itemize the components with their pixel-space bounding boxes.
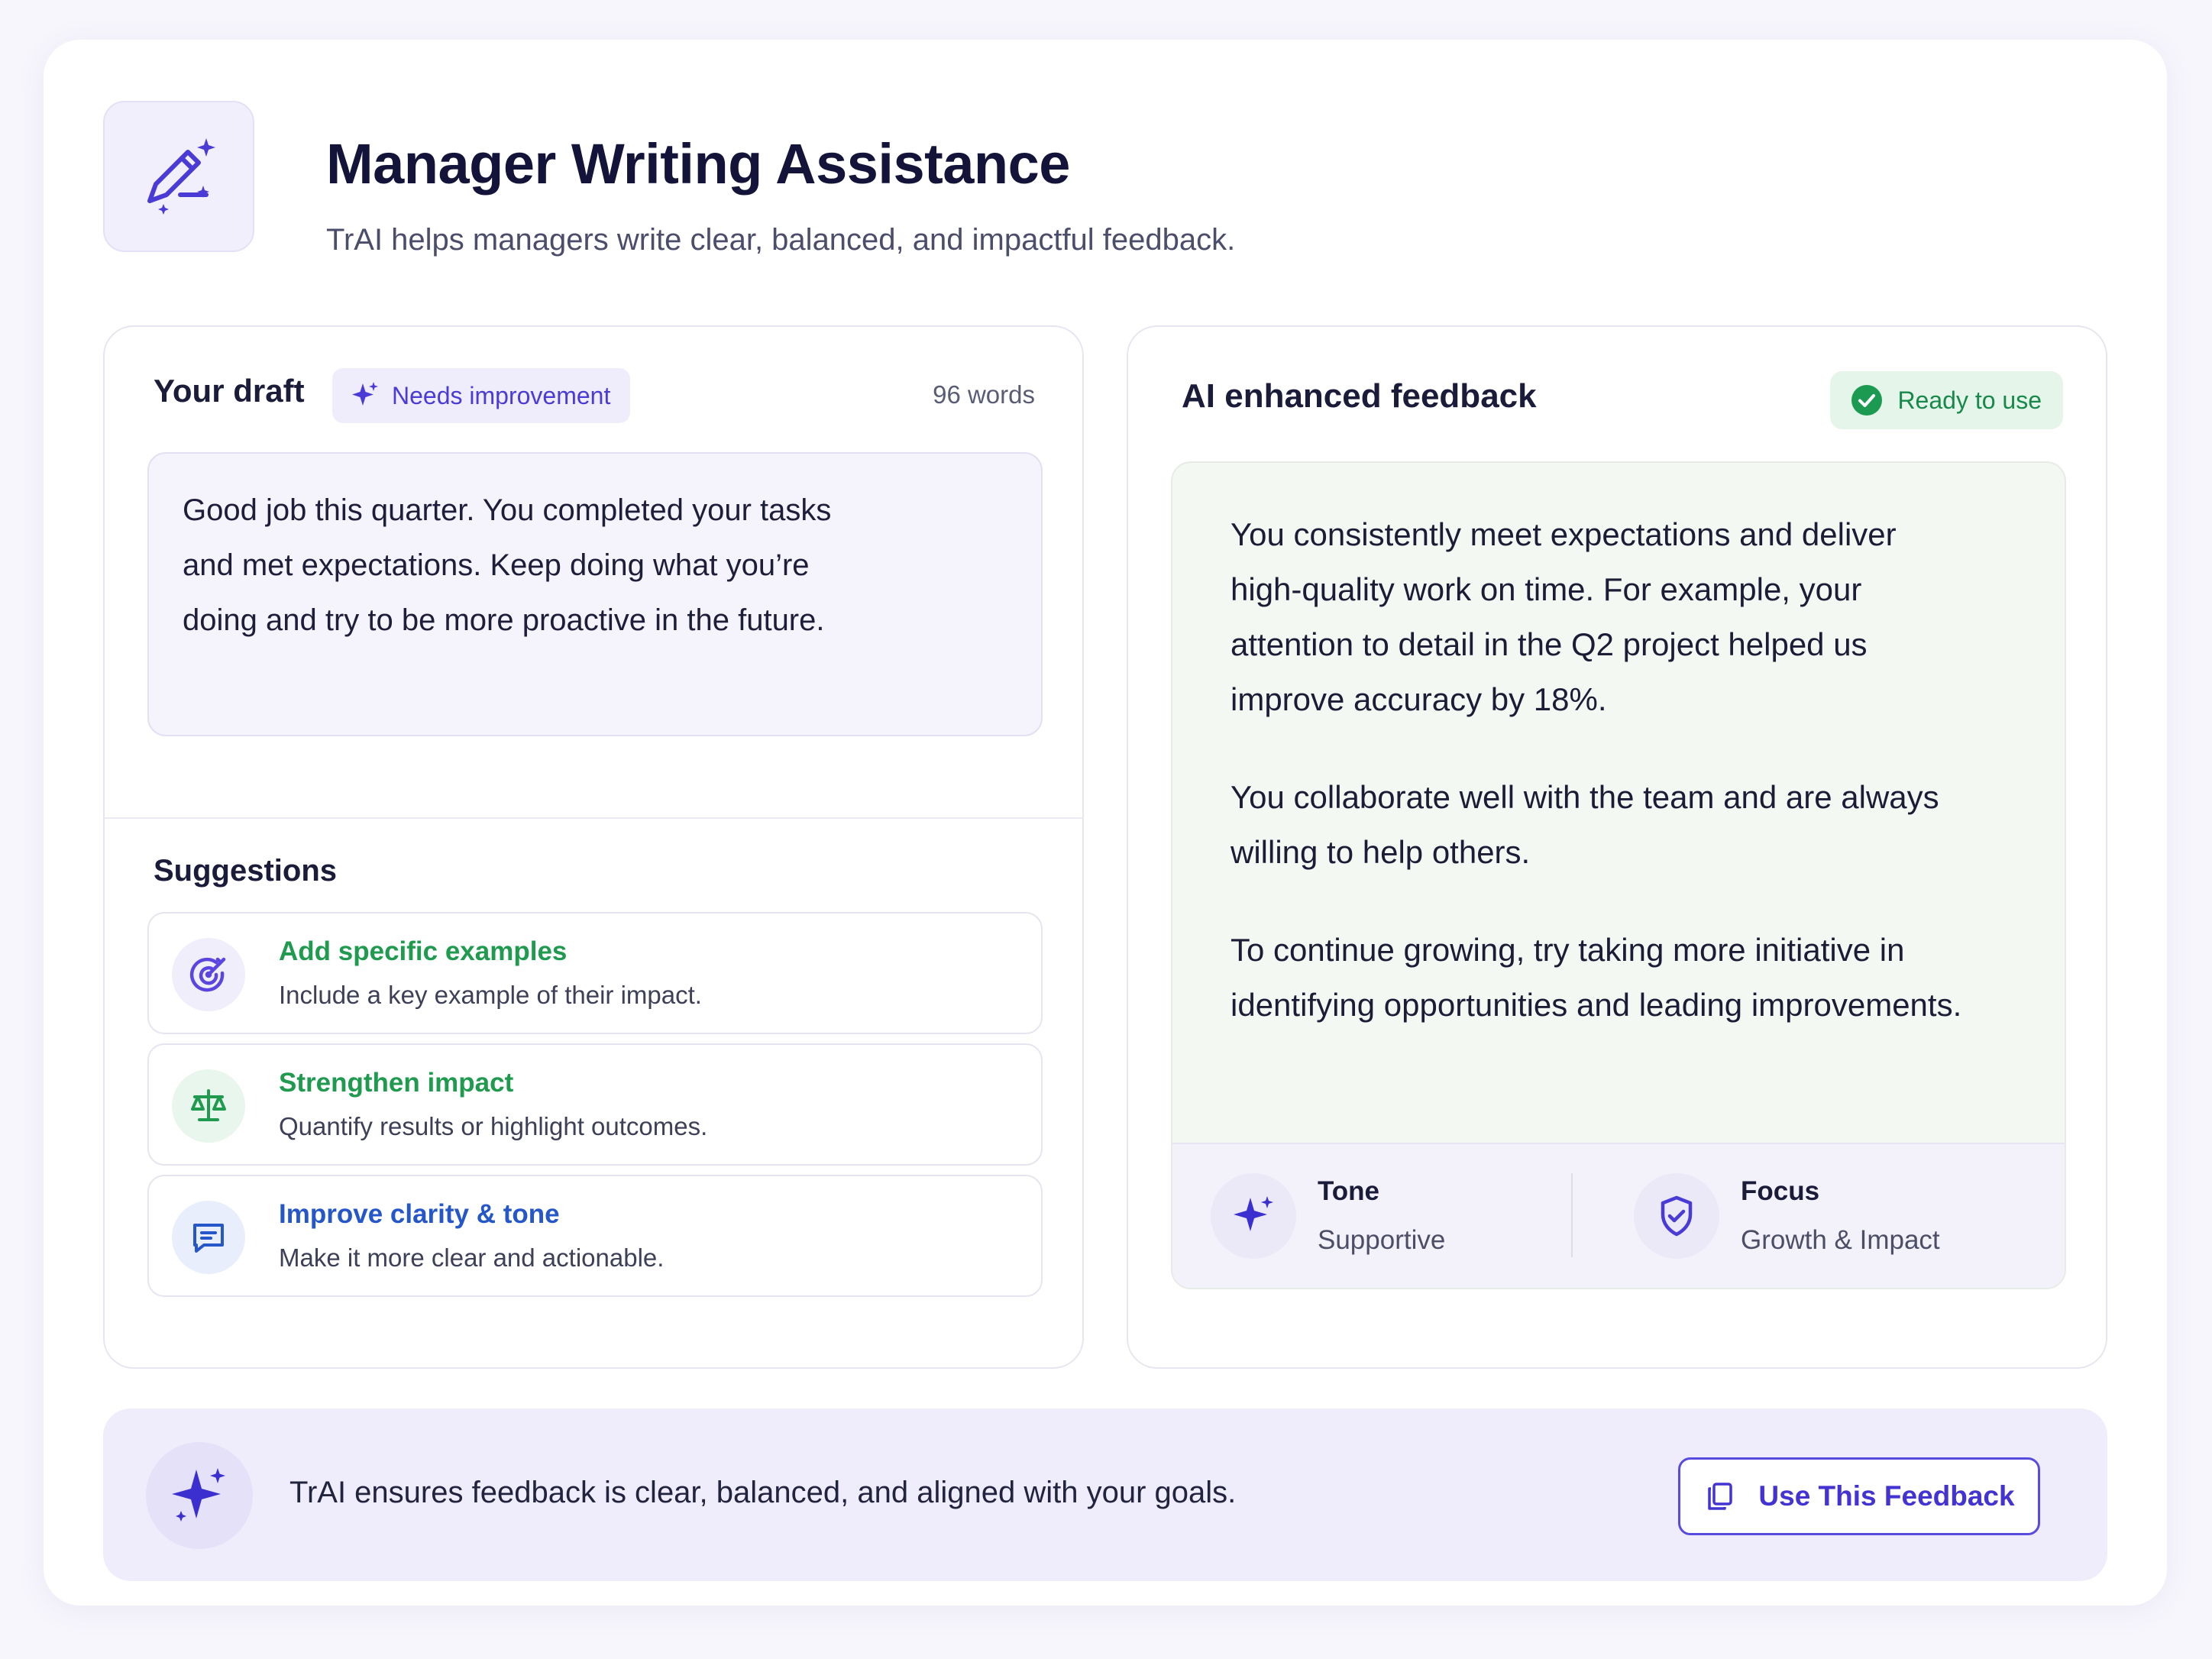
ai-feedback-title: AI enhanced feedback <box>1182 377 1537 415</box>
use-feedback-button[interactable]: Use This Feedback <box>1678 1457 2040 1535</box>
suggestion-title: Improve clarity & tone <box>279 1199 560 1229</box>
ready-to-use-badge: Ready to use <box>1830 371 2063 429</box>
ai-feedback-text-area[interactable]: You consistently meet expectations and d… <box>1171 461 2066 1289</box>
ai-paragraph: You collaborate well with the team and a… <box>1231 779 1939 870</box>
focus-label: Focus <box>1741 1176 1820 1206</box>
message-icon <box>172 1201 245 1274</box>
suggestions-title: Suggestions <box>154 854 338 888</box>
meta-divider <box>1571 1173 1573 1257</box>
copy-icon <box>1708 1483 1733 1510</box>
feedback-attributes: Tone Supportive Focus Growth & Impact <box>1172 1143 2065 1288</box>
scale-icon <box>172 1069 245 1143</box>
check-circle-icon <box>1851 385 1883 416</box>
shield-check-icon <box>1634 1173 1719 1259</box>
needs-improvement-badge: Needs improvement <box>332 368 631 423</box>
page-title: Manager Writing Assistance <box>326 132 1070 196</box>
focus-value: Growth & Impact <box>1741 1225 1940 1255</box>
main-card: Manager Writing Assistance TrAI helps ma… <box>44 40 2167 1606</box>
suggestion-add-examples[interactable]: Add specific examples Include a key exam… <box>147 912 1043 1034</box>
suggestion-improve-clarity[interactable]: Improve clarity & tone Make it more clea… <box>147 1175 1043 1297</box>
ai-feedback-panel: AI enhanced feedback Ready to use You co… <box>1127 325 2107 1369</box>
magic-pen-icon <box>147 138 215 215</box>
suggestion-title: Strengthen impact <box>279 1068 514 1098</box>
footer-bar: TrAI ensures feedback is clear, balanced… <box>103 1408 2107 1581</box>
needs-improvement-label: Needs improvement <box>392 381 611 409</box>
draft-panel: Your draft Needs improvement 96 words Go… <box>103 325 1084 1369</box>
page-subtitle: TrAI helps managers write clear, balance… <box>326 223 1236 257</box>
ai-paragraph: You consistently meet expectations and d… <box>1231 516 1897 717</box>
tone-value: Supportive <box>1318 1225 1446 1255</box>
suggestion-desc: Quantify results or highlight outcomes. <box>279 1112 708 1140</box>
draft-text-area[interactable]: Good job this quarter. You completed you… <box>147 452 1043 736</box>
suggestion-desc: Include a key example of their impact. <box>279 981 702 1009</box>
ready-to-use-label: Ready to use <box>1897 386 2042 414</box>
sparkle-icon <box>146 1442 253 1549</box>
suggestion-title: Add specific examples <box>279 936 568 966</box>
use-feedback-label: Use This Feedback <box>1758 1480 2015 1512</box>
suggestion-strengthen-impact[interactable]: Strengthen impact Quantify results or hi… <box>147 1043 1043 1166</box>
suggestion-desc: Make it more clear and actionable. <box>279 1243 665 1272</box>
ai-feedback-text: You consistently meet expectations and d… <box>1231 507 1964 1075</box>
divider <box>105 817 1082 819</box>
draft-title: Your draft <box>154 373 305 409</box>
word-count: 96 words <box>933 380 1035 409</box>
target-icon <box>172 938 245 1011</box>
logo <box>103 101 254 252</box>
sparkle-icon <box>1211 1173 1296 1259</box>
tone-label: Tone <box>1318 1176 1380 1206</box>
footer-message: TrAI ensures feedback is clear, balanced… <box>289 1476 1237 1509</box>
ai-paragraph: To continue growing, try taking more ini… <box>1231 932 1962 1023</box>
draft-text: Good job this quarter. You completed you… <box>183 493 832 637</box>
sparkle-icon <box>352 382 378 406</box>
